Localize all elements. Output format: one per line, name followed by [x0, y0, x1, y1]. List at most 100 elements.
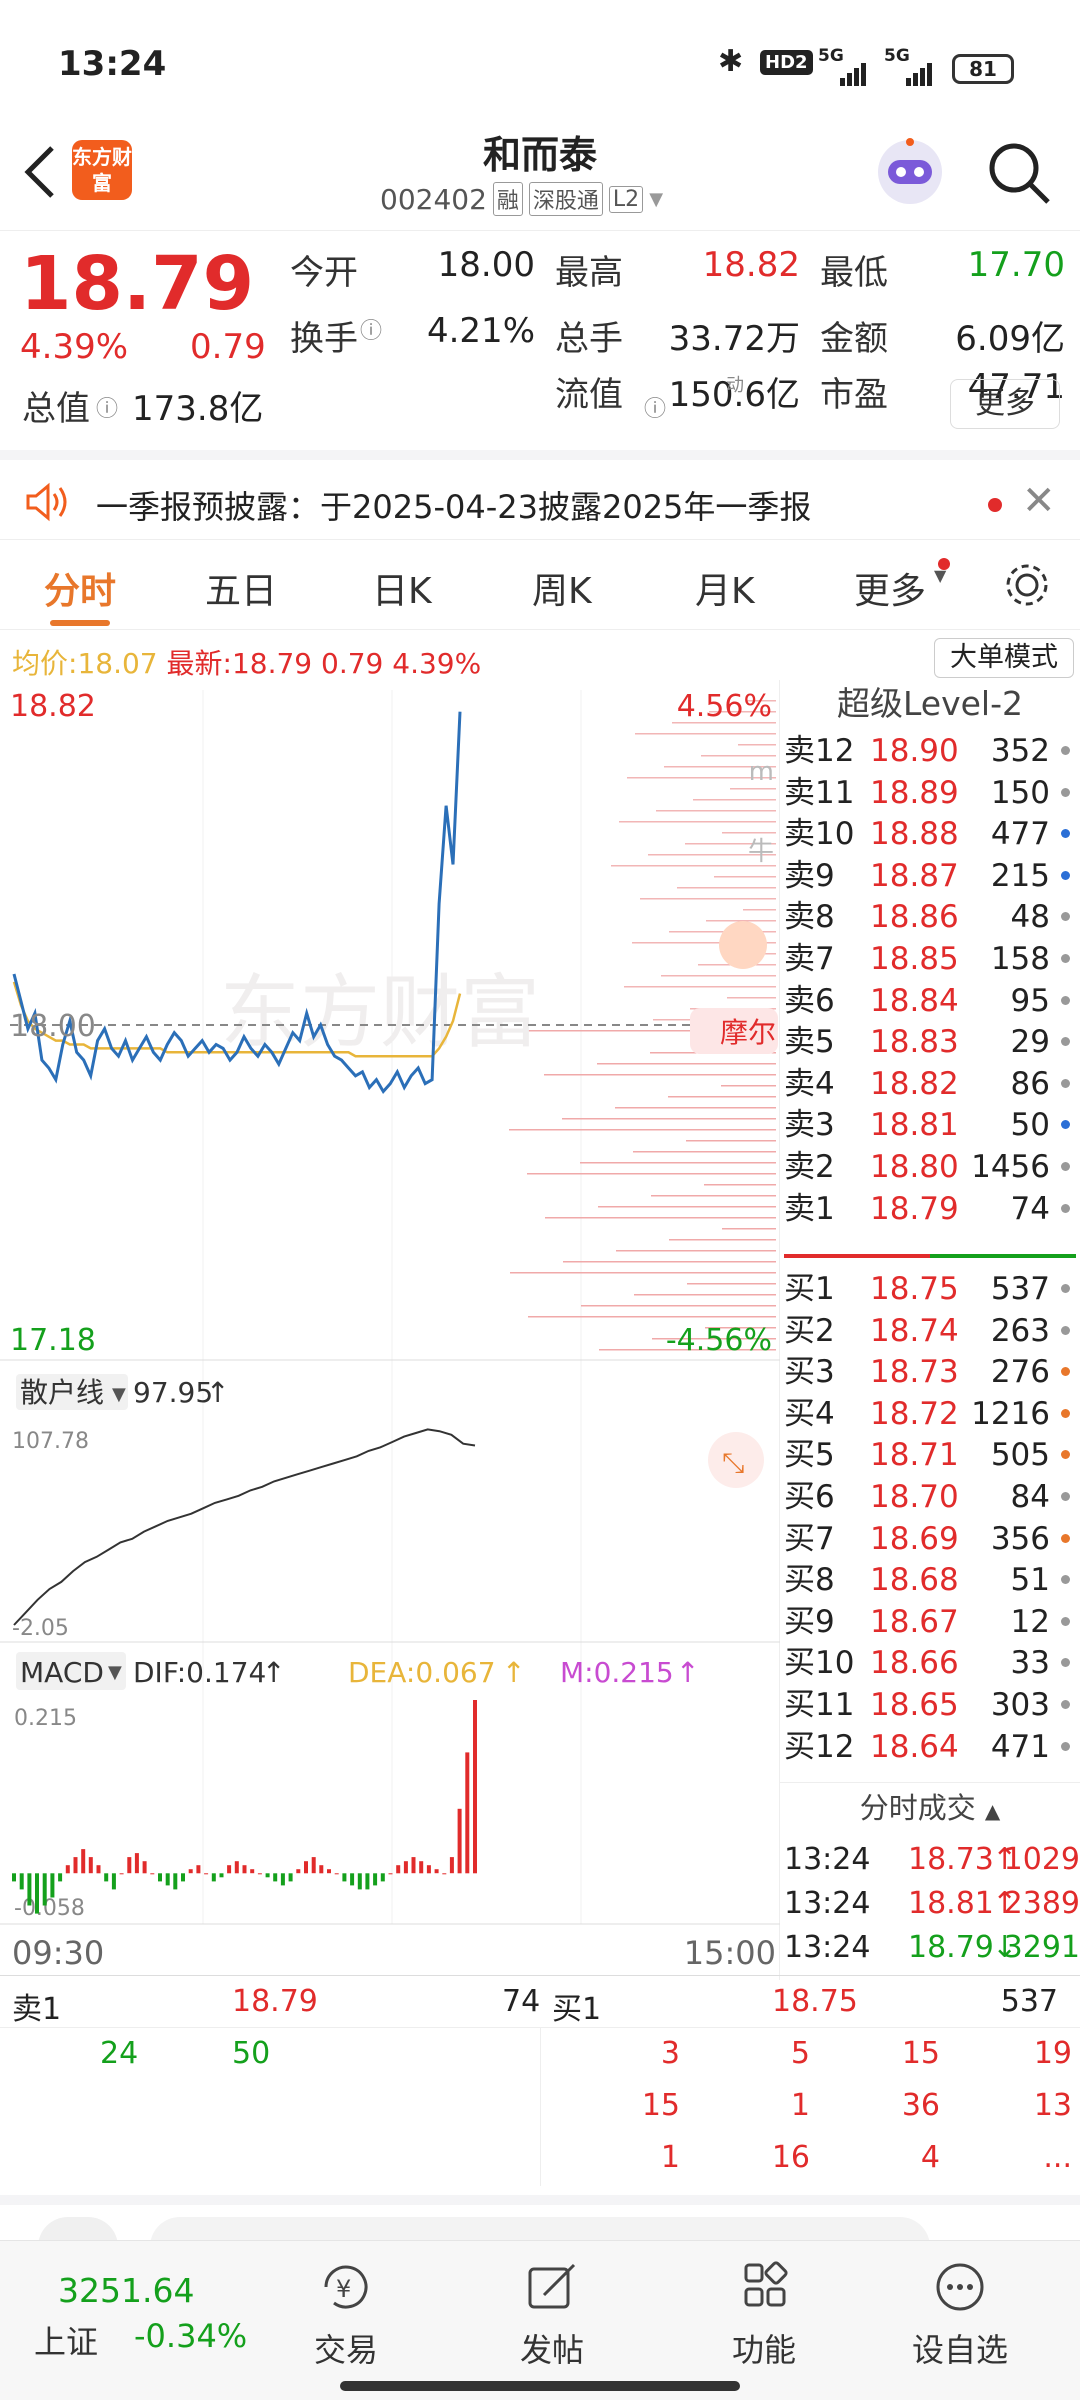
bid-queue-order: 36 — [901, 2088, 940, 2123]
ask-row[interactable]: 卖10 18.88 477 — [780, 813, 1080, 855]
bid-row[interactable]: 买5 18.71 505 — [780, 1434, 1080, 1476]
hd-badge: HD2 — [760, 50, 813, 75]
bid-row[interactable]: 买12 18.64 471 — [780, 1726, 1080, 1768]
ask-flag-dot — [1061, 829, 1070, 839]
ask-label: 卖8 — [784, 899, 835, 936]
stock-code: 002402 — [380, 182, 487, 216]
signal-icon-1 — [840, 63, 866, 86]
bid-queue-order: 15 — [901, 2036, 940, 2071]
robot-assistant-icon[interactable] — [870, 132, 950, 212]
quote-panel: 18.79 4.39% 0.79 总值 ⓘ 173.8亿 今开 18.00 最高 18… — [0, 230, 1080, 445]
depth-volume-bar — [693, 799, 776, 801]
ask-label: 卖5 — [784, 1024, 835, 1061]
ask-flag-dot — [1061, 912, 1070, 922]
bid-flag-dot — [1061, 1284, 1070, 1293]
search-icon[interactable] — [984, 138, 1054, 208]
bid-row[interactable]: 买8 18.68 51 — [780, 1559, 1080, 1601]
macd-bar — [73, 1857, 78, 1874]
tab-daily-k[interactable]: 日K — [372, 562, 432, 614]
bid-row[interactable]: 买7 18.69 356 — [780, 1518, 1080, 1560]
ask-row[interactable]: 卖5 18.83 29 — [780, 1021, 1080, 1063]
bid-row[interactable]: 买1 18.75 537 — [780, 1268, 1080, 1310]
ask-row[interactable]: 卖11 18.89 150 — [780, 772, 1080, 814]
more-button[interactable]: 更多 — [950, 379, 1060, 429]
bid-price: 18.73 — [870, 1354, 959, 1391]
tab-five-day[interactable]: 五日 — [205, 562, 277, 614]
ask-row[interactable]: 卖9 18.87 215 — [780, 855, 1080, 897]
ask-row[interactable]: 卖7 18.85 158 — [780, 938, 1080, 980]
home-indicator — [340, 2381, 740, 2391]
depth-volume-bar — [615, 1107, 776, 1109]
back-arrow-icon[interactable] — [20, 142, 60, 202]
tab-monthly-k[interactable]: 月K — [695, 562, 755, 614]
depth-volume-bar — [722, 832, 776, 834]
ticks-header[interactable]: 分时成交 ▲ — [780, 1782, 1080, 1832]
gear-icon[interactable] — [1002, 560, 1052, 610]
bid-row[interactable]: 买2 18.74 263 — [780, 1310, 1080, 1352]
ask-label: 卖9 — [784, 857, 835, 894]
depth-volume-bar — [656, 810, 776, 812]
bid-queue-order: 13 — [1033, 2088, 1072, 2123]
bid-row[interactable]: 买9 18.67 12 — [780, 1601, 1080, 1643]
bid-label: 买10 — [784, 1645, 855, 1682]
nav-post[interactable]: 发帖 — [492, 2261, 612, 2371]
ask-volume: 86 — [1010, 1065, 1050, 1102]
nav-features[interactable]: 功能 — [704, 2261, 824, 2371]
ask-label: 卖11 — [784, 774, 855, 811]
ask-volume: 95 — [1010, 982, 1050, 1019]
big-order-mode-button[interactable]: 大单模式 — [934, 638, 1074, 678]
ask-row[interactable]: 卖1 18.79 74 — [780, 1188, 1080, 1230]
macd-bar — [396, 1865, 401, 1874]
ask-row[interactable]: 卖4 18.82 86 — [780, 1063, 1080, 1105]
ask-row[interactable]: 卖2 18.80 1456 — [780, 1146, 1080, 1188]
bid-row[interactable]: 买6 18.70 84 — [780, 1476, 1080, 1518]
macd-bar — [311, 1857, 316, 1874]
bid-volume: 356 — [990, 1520, 1050, 1557]
macd-bar — [403, 1861, 408, 1874]
comment-bar[interactable] — [0, 2195, 1080, 2247]
macd-bar — [204, 1873, 209, 1875]
ask-row[interactable]: 卖6 18.84 95 — [780, 980, 1080, 1022]
signal-icon-2 — [906, 63, 932, 86]
depth-volume-bar — [616, 1250, 776, 1252]
turnover-info-icon[interactable]: ⓘ — [360, 313, 382, 345]
bid-row[interactable]: 买10 18.66 33 — [780, 1642, 1080, 1684]
macd-bar — [273, 1873, 278, 1882]
macd-bar — [411, 1857, 416, 1874]
pct-axis-high: 4.56% — [677, 689, 772, 724]
depth-volume-bar — [640, 898, 776, 900]
macd-dif: DIF:0.174 — [133, 1656, 266, 1689]
ask-volume: 1456 — [971, 1149, 1050, 1185]
tab-weekly-k[interactable]: 周K — [532, 562, 592, 614]
info-icon[interactable]: ⓘ — [96, 391, 118, 423]
depth-volume-bar — [509, 1129, 776, 1131]
pe-info-icon[interactable]: ⓘ — [644, 391, 666, 423]
chevron-down-icon[interactable]: ▼ — [649, 189, 663, 210]
bid-label: 买12 — [784, 1728, 855, 1765]
nav-add-watchlist[interactable]: 设自选 — [900, 2261, 1020, 2371]
level2-header: 超级Level-2 — [836, 684, 1023, 723]
bid-flag-dot — [1061, 1700, 1070, 1709]
macd-bar — [334, 1873, 339, 1875]
ask-row[interactable]: 卖12 18.90 352 — [780, 730, 1080, 772]
bid-row[interactable]: 买11 18.65 303 — [780, 1684, 1080, 1726]
tab-intraday[interactable]: 分时 — [44, 562, 116, 614]
macd-bar — [35, 1873, 39, 1914]
tick-volume: 2389 — [1003, 1886, 1080, 1921]
ask-row[interactable]: 卖3 18.81 50 — [780, 1104, 1080, 1146]
avg-price-line: 均价:18.07 最新:18.79 0.79 4.39% 大单模式 — [0, 630, 1074, 680]
bid-row[interactable]: 买4 18.72 1216 — [780, 1393, 1080, 1435]
index-change: -0.34% — [134, 2317, 248, 2355]
chart-area[interactable]: 东方财富 18.82 18.00 17.18 4.56% -4.56% m 牛 … — [0, 680, 780, 1980]
stock-header: 东方财富 和而泰 002402 融 深股通 L2 ▼ — [0, 130, 1080, 230]
ask-row[interactable]: 卖8 18.86 48 — [780, 896, 1080, 938]
bid-row[interactable]: 买3 18.73 276 — [780, 1351, 1080, 1393]
macd-bar — [127, 1857, 132, 1874]
nav-trade[interactable]: ¥ 交易 — [286, 2261, 406, 2371]
tab-more[interactable]: 更多 — [854, 562, 926, 614]
tick-row: 13:24 18.79 ↓ 3291 — [784, 1926, 1080, 1970]
bid-volume: 303 — [990, 1687, 1050, 1723]
bid-price: 18.75 — [870, 1271, 959, 1307]
notice-bar[interactable]: 一季报预披露：于2025-04-23披露2025年一季报 ✕ — [0, 450, 1080, 540]
close-icon[interactable]: ✕ — [1022, 478, 1056, 524]
